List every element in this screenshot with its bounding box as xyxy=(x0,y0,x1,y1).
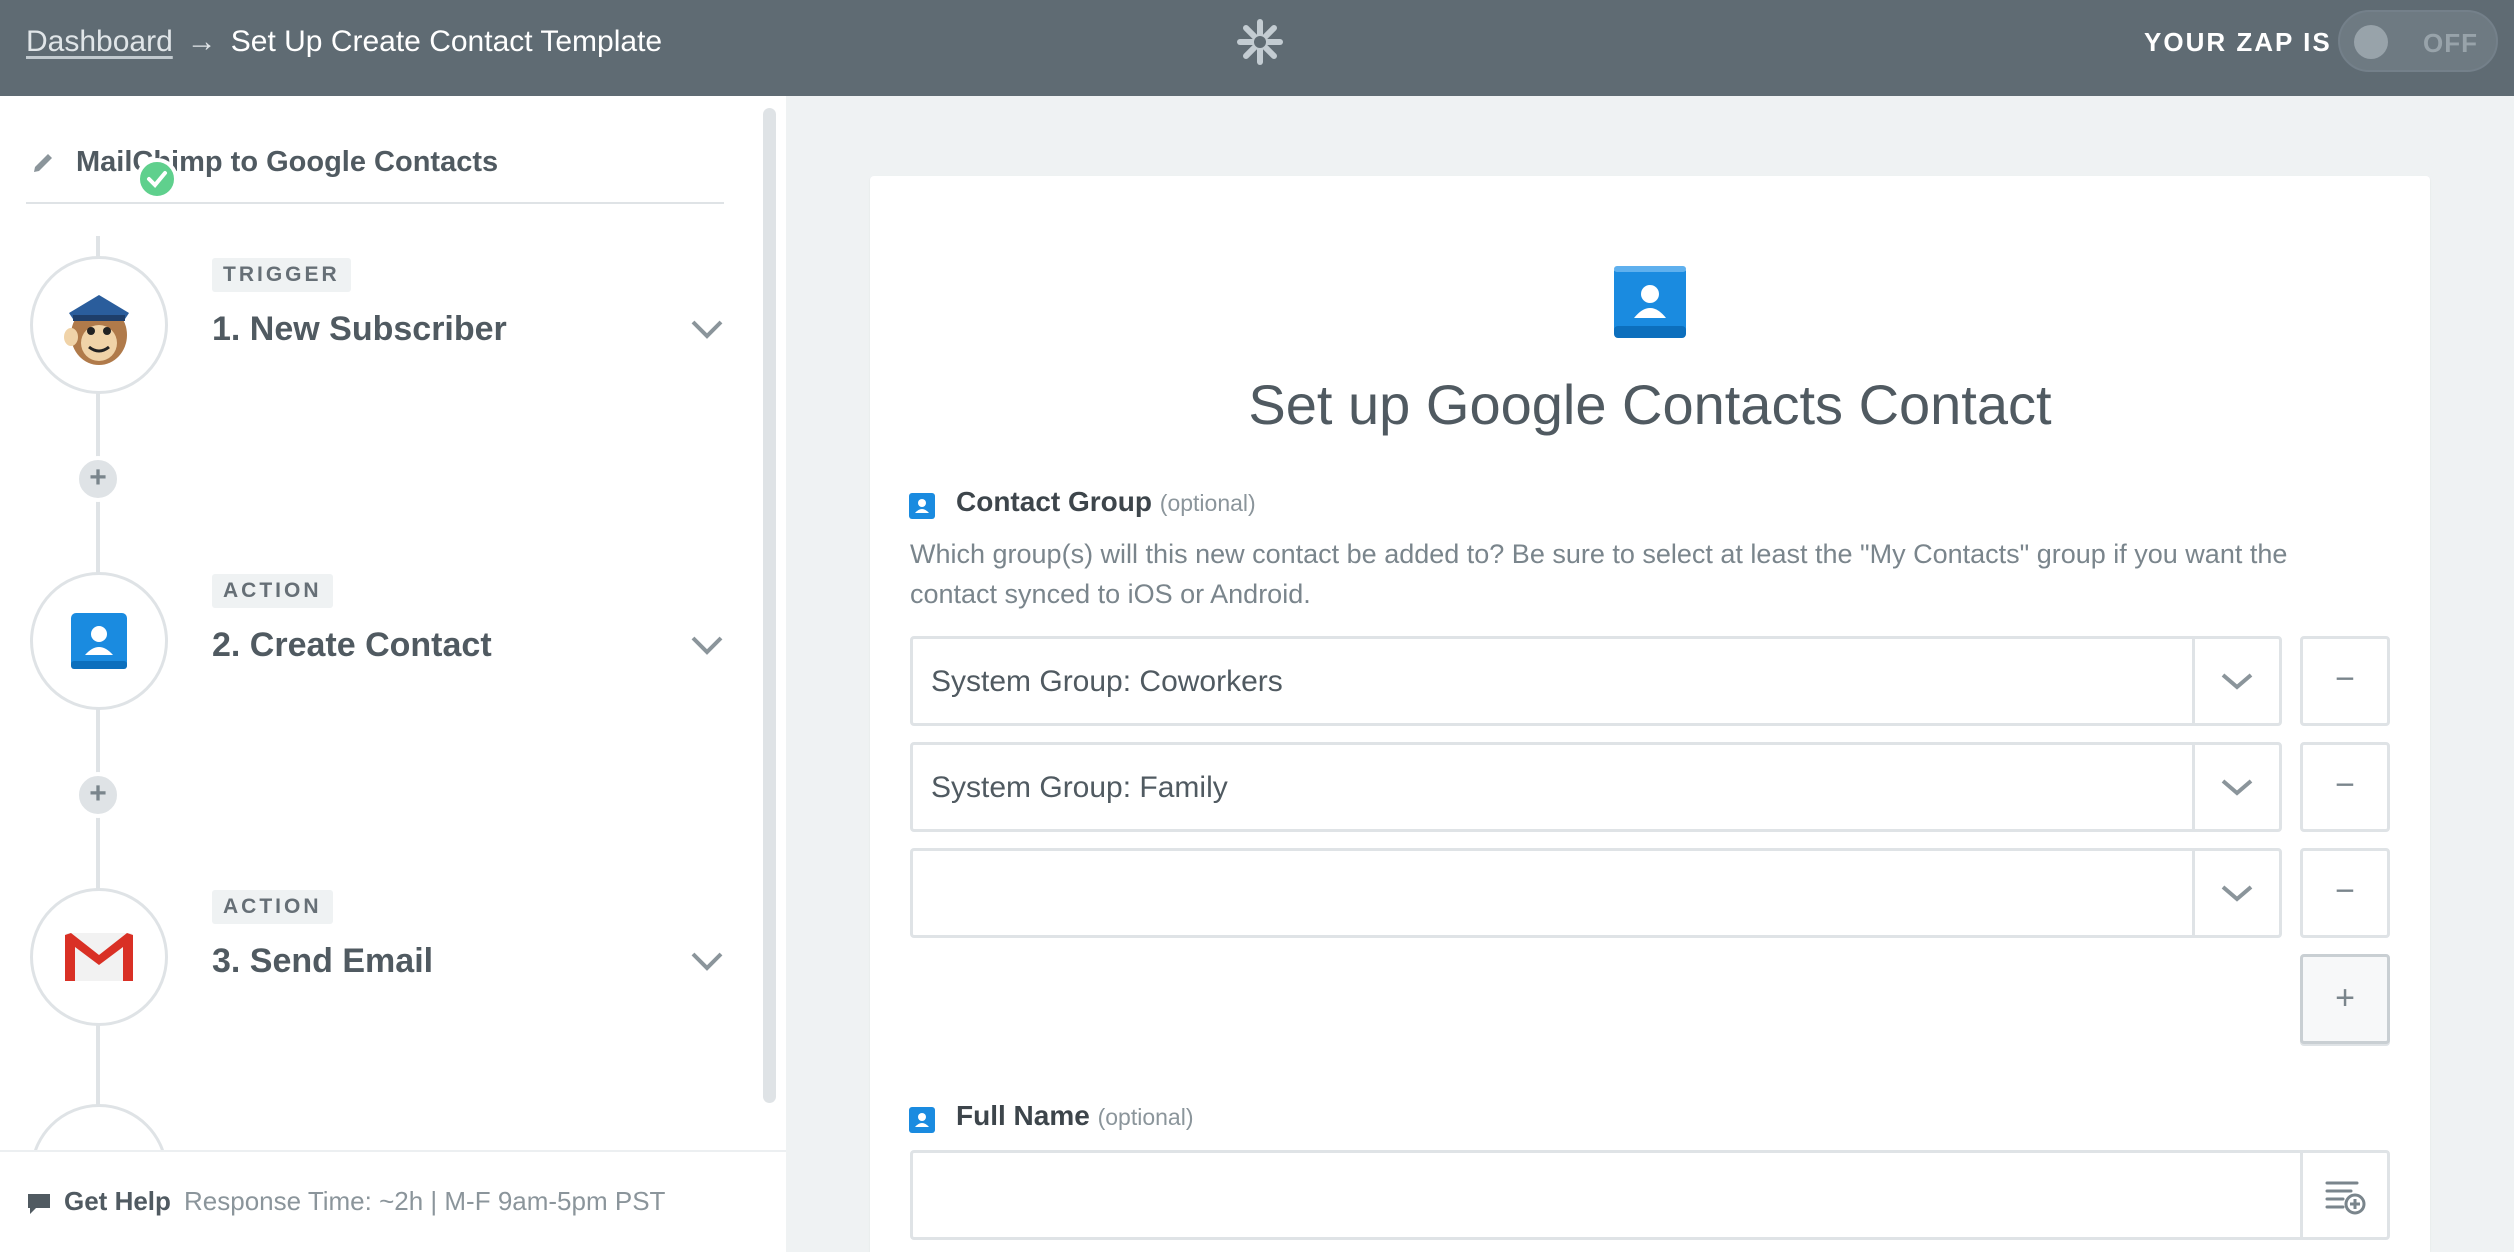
breadcrumb: Dashboard → Set Up Create Contact Template xyxy=(26,24,662,60)
add-step-button[interactable]: + xyxy=(75,456,121,502)
setup-title: Set up Google Contacts Contact xyxy=(1248,373,2052,436)
step-1-title[interactable]: 1. New Subscriber xyxy=(212,310,507,349)
contact-group-label-text: Contact Group xyxy=(956,486,1152,517)
google-contacts-icon xyxy=(909,1107,935,1133)
zap-status-label: YOUR ZAP IS xyxy=(2144,27,2332,57)
google-contacts-icon xyxy=(71,613,127,669)
add-group-button[interactable]: + xyxy=(2300,954,2390,1044)
contact-group-select-3[interactable] xyxy=(910,848,2282,938)
chevron-down-icon[interactable] xyxy=(690,634,724,656)
contact-group-select-2[interactable]: System Group: Family xyxy=(910,742,2282,832)
step-2-title[interactable]: 2. Create Contact xyxy=(212,626,492,665)
optional-tag: (optional) xyxy=(1159,490,1256,516)
chat-bubble-icon xyxy=(28,1194,50,1214)
pencil-icon xyxy=(34,154,52,172)
setup-card: Set up Google Contacts Contact Contact G… xyxy=(870,176,2430,1252)
step-3-badge: ACTION xyxy=(212,890,333,924)
sidebar-scrollbar[interactable] xyxy=(763,108,776,1103)
step-3-title[interactable]: 3. Send Email xyxy=(212,942,433,981)
breadcrumb-arrow: → xyxy=(186,25,217,58)
contact-group-label: Contact Group (optional) xyxy=(909,486,1256,519)
response-time-text: Response Time: ~2h | M-F 9am-5pm PST xyxy=(184,1186,666,1216)
zapier-logo-icon[interactable] xyxy=(1236,18,1284,66)
contact-group-select-1[interactable]: System Group: Coworkers xyxy=(910,636,2282,726)
optional-tag: (optional) xyxy=(1097,1104,1194,1130)
chevron-down-icon[interactable] xyxy=(690,318,724,340)
step-complete-check-icon xyxy=(136,158,178,200)
google-contacts-icon xyxy=(909,493,935,519)
remove-group-button[interactable]: − xyxy=(2300,848,2390,938)
full-name-label: Full Name (optional) xyxy=(909,1100,1194,1133)
input-divider xyxy=(2300,1153,2303,1237)
remove-group-button[interactable]: − xyxy=(2300,742,2390,832)
chevron-down-icon[interactable] xyxy=(2219,777,2255,799)
full-name-input[interactable] xyxy=(910,1150,2390,1240)
step-2-icon-circle[interactable] xyxy=(30,572,168,710)
top-bar: Dashboard → Set Up Create Contact Template… xyxy=(0,0,2514,96)
remove-group-button[interactable]: − xyxy=(2300,636,2390,726)
select-value: System Group: Family xyxy=(931,771,1228,804)
step-1-icon-circle[interactable] xyxy=(30,256,168,394)
step-3-icon-circle[interactable] xyxy=(30,888,168,1026)
gmail-icon xyxy=(65,933,133,981)
toggle-state-text: OFF xyxy=(2423,28,2478,58)
mailchimp-icon xyxy=(64,295,129,365)
breadcrumb-dashboard-link[interactable]: Dashboard xyxy=(26,25,173,58)
select-value: System Group: Coworkers xyxy=(931,665,1283,698)
chevron-down-icon[interactable] xyxy=(2219,671,2255,693)
select-divider xyxy=(2192,745,2195,829)
get-help-bar[interactable]: Get Help Response Time: ~2h | M-F 9am-5p… xyxy=(0,1150,786,1252)
add-step-button[interactable]: + xyxy=(75,772,121,818)
chevron-down-icon[interactable] xyxy=(2219,883,2255,905)
toggle-knob xyxy=(2354,25,2388,59)
chevron-down-icon[interactable] xyxy=(690,950,724,972)
select-divider xyxy=(2192,639,2195,723)
step-2-badge: ACTION xyxy=(212,574,333,608)
zap-on-off-toggle[interactable]: OFF xyxy=(2338,10,2498,72)
full-name-label-text: Full Name xyxy=(956,1100,1090,1131)
page-title: Set Up Create Contact Template xyxy=(230,25,663,58)
step-1-badge: TRIGGER xyxy=(212,258,351,292)
select-divider xyxy=(2192,851,2195,935)
insert-field-icon[interactable] xyxy=(2323,1177,2367,1217)
google-contacts-icon xyxy=(1614,266,1686,338)
zap-editor-sidebar: MailChimp to Google Contacts TRIGGER 1. … xyxy=(0,96,786,1252)
zap-name-field[interactable]: MailChimp to Google Contacts xyxy=(26,146,724,204)
get-help-link[interactable]: Get Help xyxy=(64,1186,171,1217)
contact-group-help-text: Which group(s) will this new contact be … xyxy=(910,539,2288,609)
